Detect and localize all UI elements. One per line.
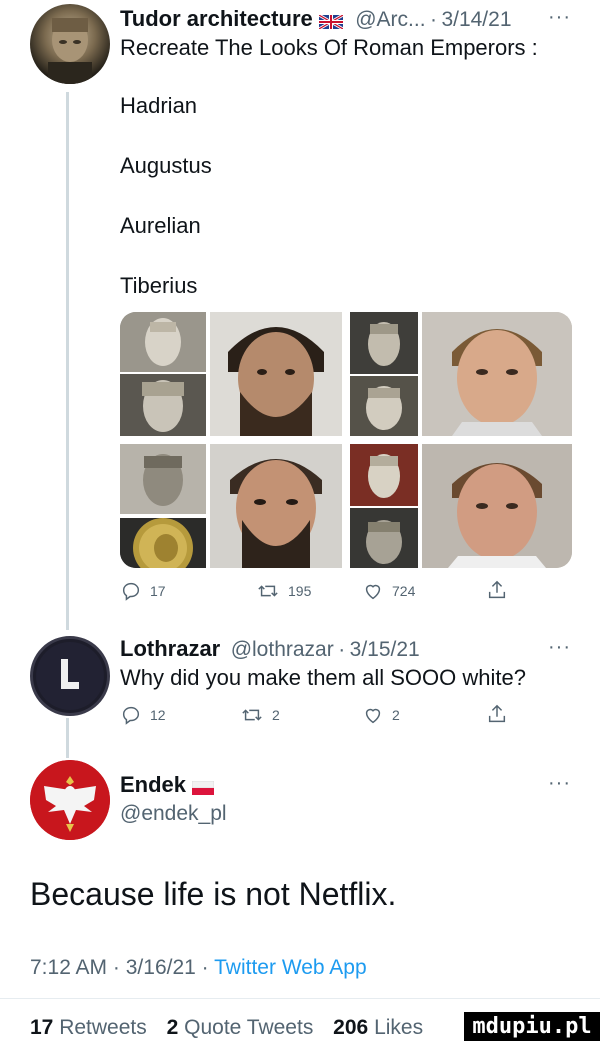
tweet-header: Tudor architecture @Arc... · 3/14/21	[120, 6, 512, 32]
author-name[interactable]: Tudor architecture	[120, 6, 313, 31]
tweet-timestamp-row: 7:12 AM · 3/16/21 · Twitter Web App	[30, 956, 367, 980]
retweet-count: 195	[288, 583, 312, 599]
photo-tiberius-bust[interactable]	[350, 444, 418, 506]
poland-flag-icon	[192, 780, 215, 795]
avatar[interactable]	[30, 760, 110, 840]
like-count: 724	[392, 583, 416, 599]
like-button[interactable]: 2	[362, 704, 400, 726]
letter-l-avatar-icon	[36, 642, 104, 710]
tweet-time[interactable]: 7:12 AM	[30, 956, 107, 979]
photo-aurelian-bust[interactable]	[120, 444, 206, 514]
tweet-text-line: Tiberius	[120, 273, 198, 298]
quotes-stat[interactable]: 2 Quote Tweets	[167, 1016, 314, 1039]
like-button[interactable]: 724	[362, 580, 415, 602]
photo-augustus-recreation[interactable]	[422, 312, 572, 436]
tweet-source-link[interactable]: Twitter Web App	[214, 956, 367, 979]
photo-augustus-bust-2[interactable]	[350, 376, 418, 436]
retweets-stat[interactable]: 17 Retweets	[30, 1016, 147, 1039]
separator: ·	[112, 956, 120, 979]
thread-line	[66, 718, 69, 758]
tweet-date[interactable]: 3/15/21	[350, 638, 420, 661]
photo-hadrian-bust[interactable]	[120, 312, 206, 372]
share-icon	[488, 704, 506, 723]
tweet-date[interactable]: 3/14/21	[441, 8, 511, 31]
tweet-text: Why did you make them all SOOO white?	[120, 665, 526, 690]
tweet-header: Lothrazar @lothrazar · 3/15/21	[120, 636, 420, 662]
watermark: mdupiu.pl	[464, 1012, 600, 1041]
retweets-label: Retweets	[59, 1016, 147, 1039]
avatar[interactable]	[30, 636, 110, 716]
polish-eagle-emblem-icon	[30, 760, 110, 840]
separator: ·	[201, 956, 209, 979]
likes-count: 206	[333, 1016, 369, 1039]
author-handle[interactable]: @lothrazar	[231, 638, 334, 661]
heart-icon	[365, 708, 381, 724]
photo-tiberius-bust-2[interactable]	[350, 508, 418, 568]
reply-icon	[122, 706, 140, 725]
photo-hadrian-recreation[interactable]	[210, 312, 342, 436]
tweet-text-line: Augustus	[120, 153, 212, 178]
tweet-text-line: Recreate The Looks Of Roman Emperors :	[120, 35, 538, 60]
retweet-count: 2	[272, 707, 280, 723]
share-button[interactable]	[486, 578, 516, 602]
reply-count: 12	[150, 707, 166, 723]
author-name[interactable]: Lothrazar	[120, 636, 220, 661]
avatar[interactable]	[30, 4, 110, 84]
separator: ·	[338, 638, 346, 661]
share-icon	[488, 580, 506, 599]
tweet-text-line: Aurelian	[120, 213, 201, 238]
like-count: 2	[392, 707, 400, 723]
statue-head-image	[48, 18, 92, 84]
retweet-icon	[242, 709, 262, 721]
reply-button[interactable]: 12	[120, 704, 166, 726]
retweet-icon	[258, 585, 278, 597]
retweets-count: 17	[30, 1016, 54, 1039]
more-options-button[interactable]: ···	[548, 6, 571, 29]
author-handle[interactable]: @Arc...	[355, 8, 425, 31]
divider	[0, 998, 600, 999]
separator: ·	[429, 8, 437, 31]
author-handle[interactable]: @endek_pl	[120, 802, 227, 826]
quotes-label: Quote Tweets	[184, 1016, 314, 1039]
heart-icon	[365, 584, 381, 600]
photo-aurelian-recreation[interactable]	[210, 444, 342, 568]
photo-augustus-bust[interactable]	[350, 312, 418, 374]
tweet-date[interactable]: 3/16/21	[126, 956, 196, 979]
main-tweet-text: Because life is not Netflix.	[30, 876, 397, 912]
likes-stat[interactable]: 206 Likes	[333, 1016, 423, 1039]
author-name[interactable]: Endek	[120, 772, 186, 797]
media-grid[interactable]	[120, 312, 572, 568]
tweet-text-line: Hadrian	[120, 93, 198, 118]
more-options-button[interactable]: ···	[548, 636, 571, 659]
reply-icon	[122, 582, 140, 601]
likes-label: Likes	[374, 1016, 424, 1039]
reply-count: 17	[150, 583, 166, 599]
more-options-button[interactable]: ···	[548, 772, 571, 795]
thread-line	[66, 92, 69, 630]
reply-button[interactable]: 17	[120, 580, 166, 602]
photo-tiberius-recreation[interactable]	[422, 444, 572, 568]
tweet-stats-row: 17 Retweets 2 Quote Tweets 206 Likes	[30, 1016, 423, 1040]
share-button[interactable]	[486, 702, 516, 726]
retweet-button[interactable]: 195	[256, 580, 311, 602]
tweet-header: Endek	[120, 772, 215, 798]
uk-flag-icon	[318, 14, 343, 29]
photo-hadrian-bust-2[interactable]	[120, 374, 206, 436]
photo-aurelian-coin[interactable]	[120, 518, 206, 568]
retweet-button[interactable]: 2	[240, 704, 280, 726]
quotes-count: 2	[166, 1016, 179, 1039]
